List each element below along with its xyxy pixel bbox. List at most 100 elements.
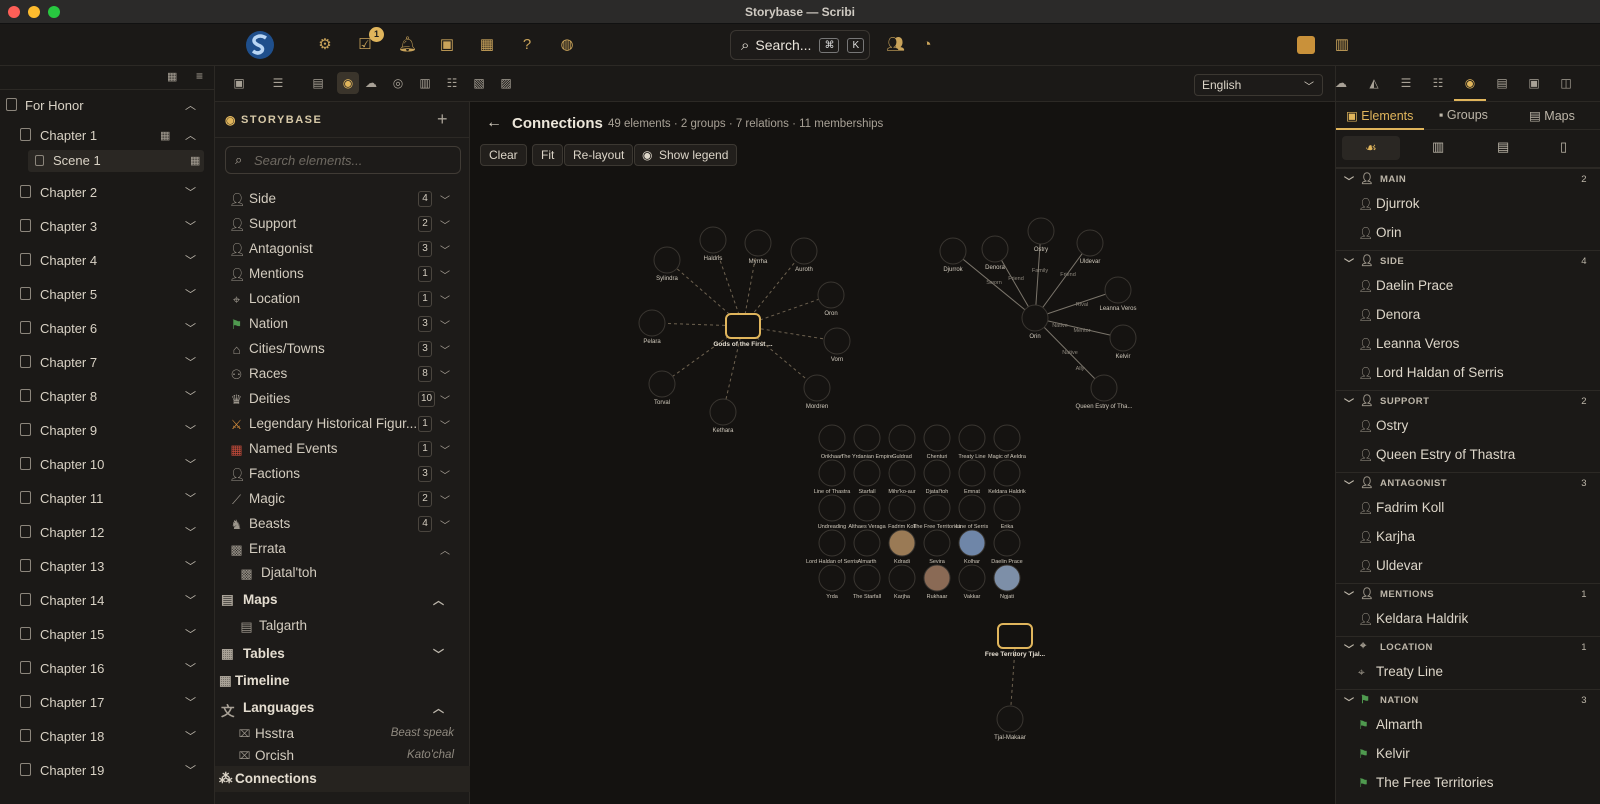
category-row[interactable]: ▦ Named Events 1 ﹀	[215, 437, 470, 462]
chevron-down-icon[interactable]: ﹀	[185, 456, 196, 472]
element-item[interactable]: 👤︎ Ostry	[1336, 412, 1600, 440]
chevron-down-icon[interactable]: ﹀	[185, 558, 196, 574]
chapter-row[interactable]: Chapter 4 ﹀	[0, 243, 214, 277]
element-item[interactable]: 👤︎ Fadrim Koll	[1336, 494, 1600, 522]
archive-icon[interactable]: ▧	[471, 75, 487, 91]
target-icon[interactable]: ◎	[390, 75, 406, 91]
chevron-down-icon[interactable]: ﹀	[440, 242, 450, 257]
element-node[interactable]	[993, 494, 1021, 522]
category-row[interactable]: 👤︎ Mentions 1 ﹀	[215, 262, 470, 287]
chevron-down-icon[interactable]: ﹀	[440, 217, 450, 232]
element-group-header[interactable]: ﹀ 👤︎ SUPPORT 2	[1336, 390, 1600, 410]
category-row[interactable]: ⟋ Magic 2 ﹀	[215, 487, 470, 512]
book-row[interactable]: For Honor ︿	[0, 90, 214, 120]
app-logo[interactable]	[244, 29, 276, 61]
notes-icon[interactable]: ▥	[417, 75, 433, 91]
chevron-down-icon[interactable]: ﹀	[440, 517, 450, 532]
member-node[interactable]	[638, 309, 666, 337]
member-node[interactable]	[790, 237, 818, 265]
show-legend-button[interactable]: ◉ Show legend	[634, 144, 738, 166]
format-icon[interactable]: ☷	[1430, 75, 1446, 91]
category-row[interactable]: 👤︎ Factions 3 ﹀	[215, 462, 470, 487]
member-node[interactable]	[744, 229, 772, 257]
chevron-down-icon[interactable]: ﹀	[440, 392, 450, 407]
section-connections[interactable]: ⁂ Connections	[215, 766, 470, 792]
element-node[interactable]	[818, 564, 846, 592]
group-node[interactable]	[997, 623, 1033, 649]
member-node[interactable]	[996, 705, 1024, 733]
chevron-up-icon[interactable]: ︿	[185, 127, 196, 143]
errata-item[interactable]: ▩ Djatal'toh	[215, 561, 470, 586]
element-item[interactable]: 👤︎ Orin	[1336, 219, 1600, 247]
element-item[interactable]: 👤︎ Leanna Veros	[1336, 330, 1600, 358]
tab-elements[interactable]: ▣ Elements	[1346, 108, 1413, 123]
element-group-header[interactable]: ﹀ ⚑ NATION 3	[1336, 689, 1600, 709]
chat-icon[interactable]: ◍	[558, 36, 576, 54]
member-node[interactable]	[709, 398, 737, 426]
chevron-down-icon[interactable]: ﹀	[185, 252, 196, 268]
element-node[interactable]	[993, 459, 1021, 487]
outline-icon[interactable]: ☰	[270, 75, 286, 91]
chevron-up-icon[interactable]: ︿	[433, 700, 444, 716]
chapter-row[interactable]: Chapter 14 ﹀	[0, 583, 214, 617]
chapter-row[interactable]: Chapter 9 ﹀	[0, 413, 214, 447]
timer-icon[interactable]: ◔	[918, 36, 936, 54]
chapter-row[interactable]: Chapter 11 ﹀	[0, 481, 214, 515]
menu-icon[interactable]: ≡	[196, 69, 203, 83]
element-node[interactable]	[888, 459, 916, 487]
chevron-down-icon[interactable]: ﹀	[185, 422, 196, 438]
chapter-row[interactable]: Chapter 15 ﹀	[0, 617, 214, 651]
calendar-view-icon[interactable]: ▦	[167, 70, 177, 83]
global-search-button[interactable]: ⌕ Search... ⌘ K	[730, 30, 870, 60]
element-search-input[interactable]: ⌕ Search elements...	[225, 146, 461, 174]
character-node[interactable]	[939, 237, 967, 265]
chevron-down-icon[interactable]: ﹀	[1344, 395, 1355, 410]
chevron-down-icon[interactable]: ﹀	[1344, 588, 1355, 603]
category-row[interactable]: 👤︎ Antagonist 3 ﹀	[215, 237, 470, 262]
category-row[interactable]: ⚔ Legendary Historical Figur... 1 ﹀	[215, 412, 470, 437]
element-node[interactable]	[923, 529, 951, 557]
chevron-down-icon[interactable]: ﹀	[1344, 477, 1355, 492]
chevron-down-icon[interactable]: ﹀	[185, 592, 196, 608]
list-icon[interactable]: ☰	[1398, 75, 1414, 91]
globe-icon[interactable]: ◉	[337, 72, 359, 94]
chevron-down-icon[interactable]: ﹀	[1344, 694, 1355, 709]
chapter-row[interactable]: Chapter 16 ﹀	[0, 651, 214, 685]
element-node[interactable]	[958, 564, 986, 592]
element-item[interactable]: 👤︎ Keldara Haldrik	[1336, 605, 1600, 633]
character-node[interactable]	[1104, 276, 1132, 304]
chapter-calendar-icon[interactable]: ▦	[160, 129, 170, 142]
member-node[interactable]	[803, 374, 831, 402]
element-node[interactable]	[818, 459, 846, 487]
chapter-row[interactable]: Chapter 10 ﹀	[0, 447, 214, 481]
element-node[interactable]	[958, 494, 986, 522]
chevron-down-icon[interactable]: ﹀	[440, 467, 450, 482]
panel-toggle-icon[interactable]: ▥	[1333, 36, 1351, 54]
user-avatar[interactable]	[1297, 36, 1315, 54]
category-row[interactable]: ♞ Beasts 4 ﹀	[215, 512, 470, 537]
member-node[interactable]	[817, 281, 845, 309]
element-node[interactable]	[923, 424, 951, 452]
relayout-button[interactable]: Re-layout	[564, 144, 634, 166]
connections-graph[interactable]: Gods of the First ... Sylindra Haldris Myrr…	[470, 102, 1335, 804]
chevron-down-icon[interactable]: ﹀	[433, 646, 444, 662]
element-group-header[interactable]: ﹀ 👤︎ MENTIONS 1	[1336, 583, 1600, 603]
element-item[interactable]: ⚑ Almarth	[1336, 711, 1600, 739]
fit-button[interactable]: Fit	[532, 144, 564, 166]
settings-gear-icon[interactable]: ⚙	[316, 36, 334, 54]
tab-maps[interactable]: ▤ Maps	[1529, 108, 1575, 123]
element-group-header[interactable]: ﹀ 👤︎ ANTAGONIST 3	[1336, 472, 1600, 492]
chapter-row[interactable]: Chapter 17 ﹀	[0, 685, 214, 719]
chapter-row[interactable]: Chapter 1 ▦ ︿	[0, 120, 214, 150]
messages-icon[interactable]: ▣	[438, 36, 456, 54]
add-element-button[interactable]: +	[437, 109, 449, 130]
character-node[interactable]	[1027, 217, 1055, 245]
tab-groups[interactable]: ▪ Groups	[1439, 108, 1488, 122]
member-node[interactable]	[653, 246, 681, 274]
element-node[interactable]	[818, 529, 846, 557]
chevron-down-icon[interactable]: ﹀	[185, 728, 196, 744]
category-errata[interactable]: ▩ Errata ︿	[215, 537, 470, 562]
chevron-down-icon[interactable]: ﹀	[440, 492, 450, 507]
chapter-row[interactable]: Chapter 19 ﹀	[0, 753, 214, 787]
element-node[interactable]	[888, 529, 916, 557]
